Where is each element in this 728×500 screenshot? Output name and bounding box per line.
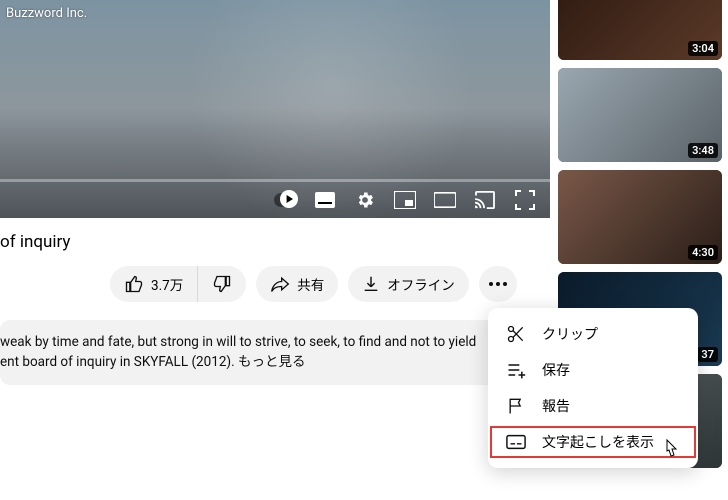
share-icon (270, 275, 290, 293)
menu-report-label: 報告 (542, 396, 570, 416)
share-button[interactable]: 共有 (256, 266, 338, 302)
show-more[interactable]: もっと見る (238, 354, 306, 370)
description-line2: ent board of inquiry in SKYFALL (2012). (0, 354, 238, 370)
subtitles-icon[interactable] (314, 189, 336, 211)
thumb-down-icon (212, 274, 232, 294)
cast-icon[interactable] (474, 189, 496, 211)
like-count: 3.7万 (151, 274, 183, 294)
transcript-icon (506, 432, 526, 452)
menu-transcript-label: 文字起こしを表示 (542, 432, 654, 452)
more-actions-button[interactable] (479, 266, 517, 302)
like-dislike-group: 3.7万 (110, 266, 246, 302)
scissors-icon (506, 324, 526, 344)
share-label: 共有 (297, 274, 324, 294)
player-controls (0, 182, 550, 218)
menu-transcript[interactable]: 文字起こしを表示 (488, 424, 698, 460)
thumb-up-icon (124, 274, 144, 294)
video-player[interactable]: Buzzword Inc. (0, 0, 550, 218)
download-button[interactable]: オフライン (348, 266, 469, 302)
sidebar-thumbnail[interactable]: 3:04 (558, 0, 722, 60)
download-label: オフライン (387, 274, 455, 294)
duration-badge: 3:04 (688, 41, 718, 56)
settings-icon[interactable] (354, 189, 376, 211)
fullscreen-icon[interactable] (514, 189, 536, 211)
menu-save[interactable]: 保存 (488, 352, 698, 388)
dislike-button[interactable] (198, 266, 246, 302)
more-icon (489, 282, 507, 286)
flag-icon (506, 396, 526, 416)
menu-clip[interactable]: クリップ (488, 316, 698, 352)
download-icon (362, 275, 380, 293)
autoplay-toggle[interactable] (274, 189, 296, 211)
duration-badge: 37 (697, 347, 718, 362)
menu-save-label: 保存 (542, 360, 570, 380)
duration-badge: 3:48 (688, 143, 718, 158)
sidebar-thumbnail[interactable]: 3:48 (558, 68, 722, 162)
sidebar-thumbnail[interactable]: 4:30 (558, 170, 722, 264)
description-line1: weak by time and fate, but strong in wil… (0, 334, 476, 350)
menu-clip-label: クリップ (542, 324, 598, 344)
channel-name: Buzzword Inc. (6, 6, 87, 21)
miniplayer-icon[interactable] (394, 189, 416, 211)
action-row: 3.7万 共有 オフライン (0, 266, 550, 302)
menu-report[interactable]: 報告 (488, 388, 698, 424)
video-title: of inquiry (0, 218, 550, 266)
like-button[interactable]: 3.7万 (110, 266, 197, 302)
description-box[interactable]: weak by time and fate, but strong in wil… (0, 320, 550, 385)
more-actions-menu: クリップ 保存 報告 文字起こしを表示 (488, 308, 698, 468)
playlist-add-icon (506, 360, 526, 380)
duration-badge: 4:30 (688, 245, 718, 260)
theater-icon[interactable] (434, 189, 456, 211)
